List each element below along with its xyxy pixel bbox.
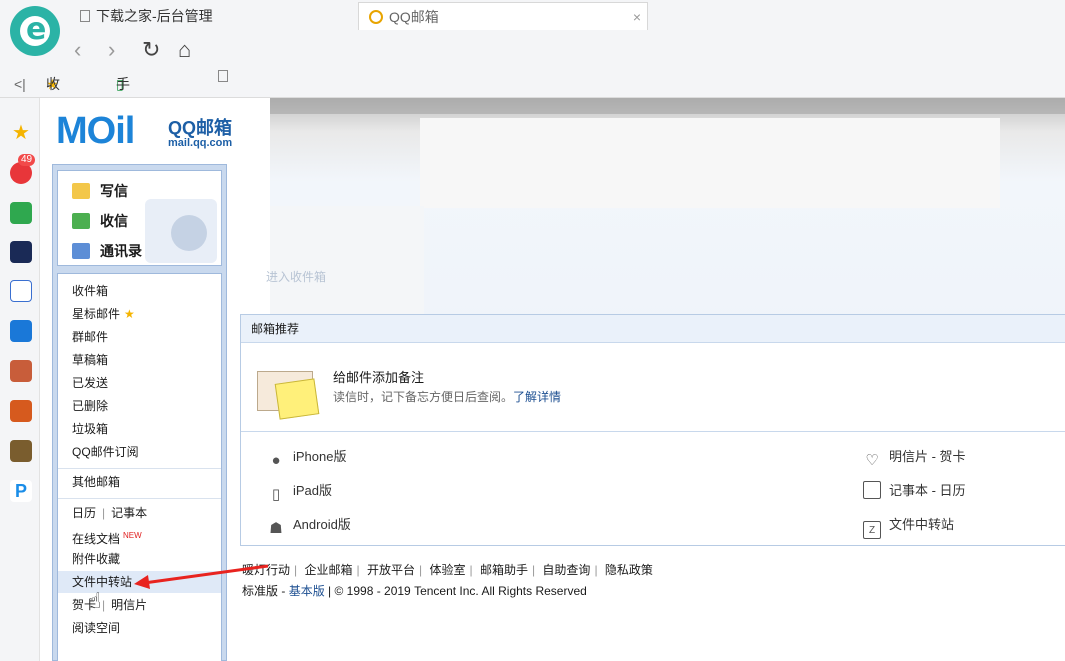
greeting-postcard-row: 贺卡 | 明信片 [72,598,148,612]
home-icon[interactable]: ⌂ [178,36,191,64]
footer-link[interactable]: 开放平台 [367,563,415,577]
command-box: 写信 收信 通讯录 [57,170,222,266]
tab-admin[interactable]: 下载之家-后台管理 [80,2,230,30]
qq-penguin-decoration [145,199,217,263]
hand-cursor-icon: ☝ [88,588,102,613]
folder-other-mailboxes[interactable]: 其他邮箱 [58,471,221,493]
receive-button[interactable]: 收信 [72,211,128,231]
notebook-calendar-link[interactable]: 记事本 - 日历 [863,480,966,499]
favorites-star-icon[interactable]: ★ [10,122,32,144]
postcard-greeting-link[interactable]: ♡ 明信片 - 贺卡 [863,446,965,470]
online-docs-link[interactable]: 在线文档 NEW [58,525,221,547]
footer-link[interactable]: 隐私政策 [605,563,653,577]
reload-icon[interactable]: ↻ [142,36,160,64]
recommend-header: 邮箱推荐 [241,315,1065,343]
word-icon[interactable] [10,280,32,302]
apple-icon: ● [271,452,281,469]
compose-button[interactable]: 写信 [72,181,128,201]
folder-sent[interactable]: 已发送 [58,372,221,394]
weibo-badge: 49 [18,154,36,166]
ipad-app-link[interactable]: ▯ iPad版 [267,480,332,504]
learn-more-link[interactable]: 了解详情 [513,390,561,404]
iphone-app-link[interactable]: ● iPhone版 [267,446,346,470]
game2-icon[interactable] [10,400,32,422]
bookmarks-bar: <| ★收藏 ▯手机收藏夹 [0,70,1065,204]
tip-description: 读信时，记下备忘方便日后查阅。了解详情 [333,390,562,404]
note-envelope-icon [257,365,320,420]
p-app-icon[interactable]: P [10,480,32,502]
footer-link[interactable]: 邮箱助手 [480,563,528,577]
chat-icon[interactable] [10,320,32,342]
browser-logo[interactable]: e [10,6,60,56]
calendar-link[interactable]: 日历 [72,506,96,520]
blurred-inbox-link[interactable]: 进入收件箱 [266,268,326,285]
divider [58,498,221,499]
news-icon[interactable] [10,241,32,263]
copyright-text: © 1998 - 2019 Tencent Inc. All Rights Re… [334,584,587,598]
folder-drafts[interactable]: 草稿箱 [58,349,221,371]
file-transfer-app-link[interactable]: Z 文件中转站 [863,514,954,539]
inbox-download-icon [72,213,90,229]
calendar-icon [863,481,881,499]
folder-spam[interactable]: 垃圾箱 [58,418,221,440]
divider [241,431,1065,432]
heart-icon: ♡ [865,452,879,469]
folder-deleted[interactable]: 已删除 [58,395,221,417]
calendar-notebook-row: 日历 | 记事本 [72,506,148,520]
folder-inbox[interactable]: 收件箱 [58,280,221,302]
pencil-icon [72,183,90,199]
forward-icon[interactable]: › [108,36,115,64]
folder-list: 收件箱 星标邮件 ★ 群邮件 草稿箱 已发送 已删除 垃圾箱 QQ邮件订阅 其他邮… [57,273,222,661]
game3-icon[interactable] [10,440,32,462]
collapse-sidebar-icon[interactable]: <| [14,70,26,98]
basic-version-link[interactable]: 基本版 [289,584,325,598]
contacts-button[interactable]: 通讯录 [72,241,142,261]
qq-favicon-icon [369,10,383,24]
postcard-link[interactable]: 明信片 [111,598,147,612]
red-arrow-annotation [134,564,269,589]
mailbox-recommend-panel: 邮箱推荐 给邮件添加备注 读信时，记下备忘方便日后查阅。了解详情 ● iPhone… [240,314,1065,546]
footer-link[interactable]: 自助查询 [542,563,590,577]
tab-qq-mail[interactable]: QQ邮箱 × [358,2,648,30]
folder-subscriptions[interactable]: QQ邮件订阅 [58,441,221,463]
tip-title: 给邮件添加备注 [333,370,425,385]
back-icon[interactable]: ‹ [74,36,81,64]
android-app-link[interactable]: ☗ Android版 [267,514,351,538]
android-icon: ☗ [269,520,283,537]
reading-space-link[interactable]: 阅读空间 [58,617,221,639]
footer-copyright: 标准版 - 基本版 | © 1998 - 2019 Tencent Inc. A… [242,584,587,598]
folder-starred[interactable]: 星标邮件 ★ [58,303,221,325]
game-icon[interactable] [10,360,32,382]
tablet-icon: ▯ [271,486,281,503]
star-icon: ★ [124,307,135,321]
footer-links: 暖灯行动 | 企业邮箱 | 开放平台 | 体验室 | 邮箱助手 | 自助查询 | 隐私政策 [242,563,653,577]
file-transfer-icon: Z [863,521,881,539]
footer-link[interactable]: 体验室 [429,563,465,577]
browser-chrome: e 下载之家-后台管理 QQ邮箱 × ‹ › ↻ ⌂ <| ★收藏 ▯手机收藏夹 [0,0,1065,204]
folder-group-mail[interactable]: 群邮件 [58,326,221,348]
document-icon [80,10,90,22]
qq-mail-logo[interactable]: MOil QQ邮箱 mail.qq.com [56,110,236,154]
browser-side-bar: ★ 49 P [0,98,40,661]
footer-link[interactable]: 企业邮箱 [304,563,352,577]
document-icon [218,70,228,82]
new-badge: NEW [123,531,142,540]
notebook-link[interactable]: 记事本 [111,506,147,520]
close-tab-icon[interactable]: × [633,3,641,31]
divider [58,468,221,469]
mail-icon[interactable] [10,202,32,224]
contacts-card-icon [72,243,90,259]
